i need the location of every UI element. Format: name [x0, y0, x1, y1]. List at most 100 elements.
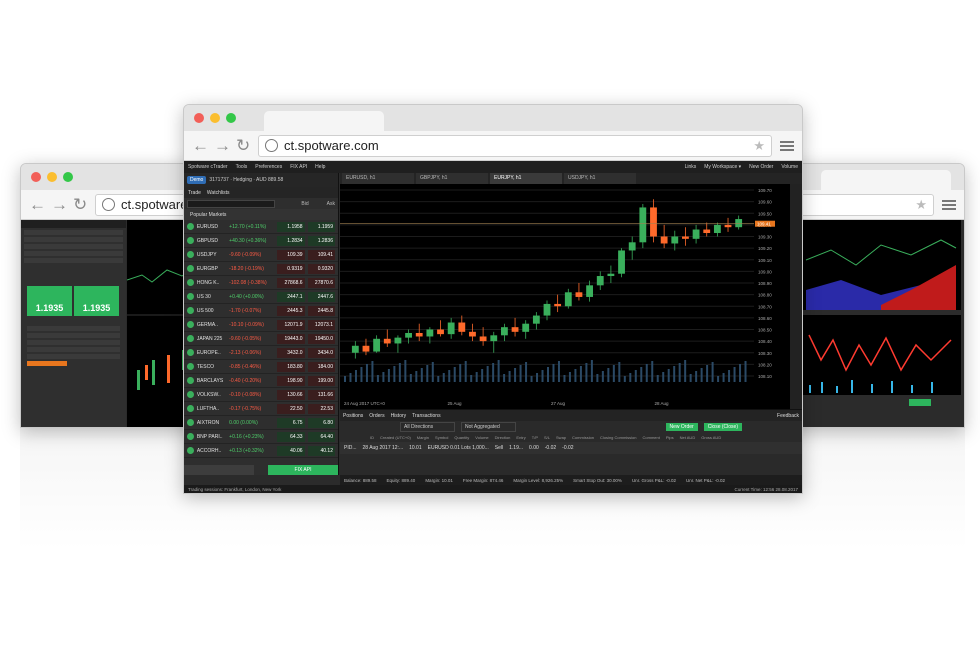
menu-links[interactable]: Links — [685, 164, 697, 170]
chart-tab-usdjpy[interactable]: USDJPY, h1 — [564, 173, 636, 184]
symbol-row[interactable]: EURUSD +12.70 (+0.11%) 1.1958 1.1959 — [184, 220, 338, 234]
ask-button[interactable]: 0.9320 — [307, 263, 335, 274]
reload-icon[interactable]: ↻ — [73, 196, 87, 213]
bid-button[interactable]: 130.66 — [277, 389, 305, 400]
account-bar[interactable]: Demo 3171737 · Hedging · AUD 889.58 — [184, 173, 338, 187]
menu-fix-api[interactable]: FIX API — [290, 164, 307, 170]
symbol-row[interactable]: JAPAN 225 -9.60 (-0.05%) 19443.0 19450.0 — [184, 332, 338, 346]
close-all-button[interactable]: Close (Close) — [703, 422, 742, 431]
sell-button[interactable]: 1.1935 — [27, 286, 72, 316]
symbol-row[interactable]: GERMA.. -10.10 (-0.09%) 12071.9 12073.1 — [184, 318, 338, 332]
symbol-row[interactable]: EUROPE.. -2.13 (-0.06%) 3432.0 3434.0 — [184, 346, 338, 360]
ask-button[interactable]: 19450.0 — [307, 333, 335, 344]
maximize-dot[interactable] — [226, 113, 236, 123]
position-row[interactable]: PID... 28 Aug 2017 12:... 10.01 EURUSD 0.01… — [340, 442, 802, 454]
ask-button[interactable]: 22.53 — [307, 403, 335, 414]
tab-trade[interactable]: Trade — [188, 190, 201, 196]
aggregation-filter[interactable]: Not Aggregated — [461, 421, 516, 432]
tab-watchlists[interactable]: Watchlists — [207, 190, 230, 196]
reload-icon[interactable]: ↻ — [236, 137, 250, 154]
symbol-row[interactable]: TESCO -0.85 (-0.46%) 183.80 184.00 — [184, 360, 338, 374]
chart-tab-gbpjpy[interactable]: GBPJPY, h1 — [416, 173, 488, 184]
bid-button[interactable]: 198.90 — [277, 375, 305, 386]
bid-button[interactable]: 2445.3 — [277, 305, 305, 316]
ask-button[interactable]: 1.2836 — [307, 235, 335, 246]
ask-button[interactable]: 3434.0 — [307, 347, 335, 358]
column-header[interactable]: Pips — [666, 435, 674, 440]
bid-button[interactable]: 22.50 — [277, 403, 305, 414]
symbol-row[interactable]: VOLKSW.. -0.10 (-0.08%) 130.66 131.66 — [184, 388, 338, 402]
ask-button[interactable]: 199.00 — [307, 375, 335, 386]
column-header[interactable]: Symbol — [435, 435, 448, 440]
ask-button[interactable]: 12073.1 — [307, 319, 335, 330]
column-header[interactable]: S/L — [544, 435, 550, 440]
symbol-search-input[interactable] — [187, 199, 275, 208]
symbol-row[interactable]: USDJPY -9.60 (-0.09%) 109.39 109.41 — [184, 248, 338, 262]
direction-filter[interactable]: All Directions — [400, 421, 455, 432]
column-header[interactable]: Created (UTC+0) — [380, 435, 411, 440]
ask-button[interactable]: 6.80 — [307, 417, 335, 428]
address-bar[interactable]: ct.spotware.com ★ — [258, 134, 772, 157]
symbol-row[interactable]: AIXTRON 0.00 (0.00%) 6.75 6.80 — [184, 416, 338, 430]
bid-button[interactable]: 109.39 — [277, 249, 305, 260]
ask-button[interactable]: 2447.6 — [307, 291, 335, 302]
symbol-row[interactable]: LUFTHA.. -0.17 (-0.75%) 22.50 22.53 — [184, 402, 338, 416]
close-dot[interactable] — [194, 113, 204, 123]
tab-history[interactable]: History — [391, 413, 407, 419]
tab-transactions[interactable]: Transactions — [412, 413, 440, 419]
ask-button[interactable]: 64.40 — [307, 431, 335, 442]
ask-button[interactable]: 1.1959 — [307, 221, 335, 232]
symbol-row[interactable]: HONG K.. -102.08 (-0.38%) 27868.6 27870.6 — [184, 276, 338, 290]
feedback-link[interactable]: Feedback — [777, 413, 799, 419]
column-header[interactable]: Commission — [572, 435, 594, 440]
symbol-row[interactable]: US 30 +0.40 (+0.00%) 2447.1 2447.6 — [184, 290, 338, 304]
buy-button[interactable]: 1.1935 — [74, 286, 119, 316]
minimize-dot[interactable] — [210, 113, 220, 123]
browser-menu-icon[interactable] — [780, 139, 794, 153]
new-order-button[interactable]: New Order — [665, 422, 698, 431]
forward-icon[interactable]: → — [51, 196, 68, 213]
bid-button[interactable]: 2447.1 — [277, 291, 305, 302]
close-dot[interactable] — [31, 172, 41, 182]
column-header[interactable]: Quantity — [454, 435, 469, 440]
ask-button[interactable]: 131.66 — [307, 389, 335, 400]
minimize-dot[interactable] — [47, 172, 57, 182]
bid-button[interactable]: 40.06 — [277, 445, 305, 456]
menu-tools[interactable]: Tools — [236, 164, 248, 170]
column-header[interactable]: Net AUD — [680, 435, 696, 440]
bid-button[interactable]: 27868.6 — [277, 277, 305, 288]
new-order-link[interactable]: New Order — [749, 164, 773, 170]
tab-positions[interactable]: Positions — [343, 413, 363, 419]
forward-icon[interactable]: → — [214, 137, 231, 154]
candlestick-chart[interactable]: 109.70109.60109.50109.40109.30109.20109.… — [340, 184, 792, 409]
ask-button[interactable]: 40.12 — [307, 445, 335, 456]
bid-button[interactable]: 1.2834 — [277, 235, 305, 246]
bid-button[interactable]: 183.80 — [277, 361, 305, 372]
chart-tab-eurusd[interactable]: EURUSD, h1 — [342, 173, 414, 184]
symbol-row[interactable]: BNP PARI.. +0.16 (+0.23%) 64.33 64.40 — [184, 430, 338, 444]
bookmark-star-icon[interactable]: ★ — [753, 138, 765, 154]
chart-tab-eurjpy[interactable]: EURJPY, h1 — [490, 173, 562, 184]
bid-button[interactable]: 1.1958 — [277, 221, 305, 232]
column-header[interactable]: ID — [370, 435, 374, 440]
bookmark-star-icon[interactable]: ★ — [915, 197, 927, 213]
symbol-row[interactable]: US 500 -1.70 (-0.07%) 2445.3 2445.8 — [184, 304, 338, 318]
drawing-toolbar[interactable] — [790, 184, 802, 409]
column-header[interactable]: Comment — [643, 435, 660, 440]
browser-menu-icon[interactable] — [942, 198, 956, 212]
back-icon[interactable]: ← — [29, 196, 46, 213]
browser-tab[interactable] — [264, 111, 384, 131]
ask-button[interactable]: 27870.6 — [307, 277, 335, 288]
column-header[interactable]: Gross AUD — [701, 435, 721, 440]
column-header[interactable]: Direction — [495, 435, 511, 440]
bid-button[interactable]: 19443.0 — [277, 333, 305, 344]
bid-button[interactable]: 64.33 — [277, 431, 305, 442]
maximize-dot[interactable] — [63, 172, 73, 182]
symbol-row[interactable]: BARCLAYS -0.40 (-0.20%) 198.90 199.00 — [184, 374, 338, 388]
tab-orders[interactable]: Orders — [369, 413, 384, 419]
menu-ctrader[interactable]: Spotware cTrader — [188, 164, 228, 170]
symbol-row[interactable]: ACCORH.. +0.13 (+0.32%) 40.06 40.12 — [184, 444, 338, 458]
column-header[interactable]: Swap — [556, 435, 566, 440]
ask-button[interactable]: 109.41 — [307, 249, 335, 260]
column-header[interactable]: Closing Commission — [600, 435, 636, 440]
